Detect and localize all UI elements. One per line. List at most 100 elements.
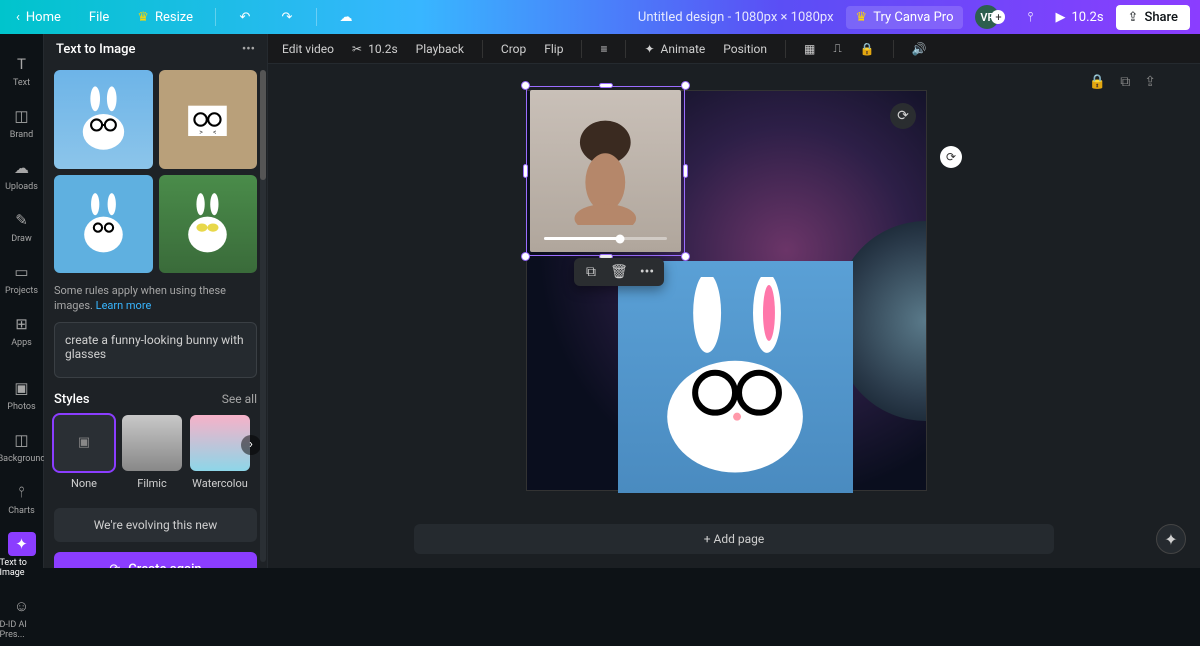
rail-uploads[interactable]: ☁Uploads — [0, 150, 44, 198]
styles-row: ▣ None Filmic Watercolou › — [54, 415, 257, 490]
learn-more-link[interactable]: Learn more — [96, 299, 152, 312]
rail-photos[interactable]: ▣Photos — [0, 370, 44, 418]
styles-next-button[interactable]: › — [241, 435, 261, 455]
home-label: Home — [26, 10, 61, 25]
pencil-icon: ✎ — [8, 208, 36, 232]
duplicate-icon: ⧉ — [586, 264, 596, 280]
try-pro-button[interactable]: ♛ Try Canva Pro — [846, 6, 964, 29]
panel-scrollbar[interactable] — [260, 70, 266, 562]
generated-image-4[interactable] — [159, 175, 258, 274]
more-options-button[interactable]: ≡ — [600, 42, 607, 56]
rail-did-ai[interactable]: ☺D-ID AI Pres... — [0, 588, 44, 646]
cloud-upload-icon: ☁ — [8, 156, 36, 180]
separator — [893, 40, 894, 58]
crown-icon: ♛ — [137, 10, 149, 25]
separator — [625, 40, 626, 58]
rail-charts[interactable]: ⫯Charts — [0, 474, 44, 522]
analytics-button[interactable]: ⫯ — [1017, 4, 1043, 30]
lock-page-button[interactable]: 🔒 — [1089, 74, 1106, 90]
design-title[interactable]: Untitled design - 1080px × 1080px — [638, 10, 834, 25]
regenerate-page-button[interactable]: ⟳ — [890, 103, 916, 129]
rail-brand[interactable]: ◫Brand — [0, 98, 44, 146]
sync-element-button[interactable]: ⟳ — [940, 146, 962, 168]
help-fab[interactable]: ✦ — [1156, 524, 1186, 554]
rail-projects[interactable]: ▭Projects — [0, 254, 44, 302]
generated-image-3[interactable] — [54, 175, 153, 274]
home-button[interactable]: ‹ Home — [10, 6, 67, 29]
canvas-bunny-image[interactable] — [618, 261, 853, 493]
grid-icon: ⊞ — [8, 312, 36, 336]
rail-text[interactable]: TText — [0, 46, 44, 94]
cloud-icon: ☁ — [339, 10, 352, 25]
crop-button[interactable]: Crop — [501, 42, 526, 56]
lock-icon: 🔒 — [860, 42, 875, 56]
rail-draw[interactable]: ✎Draw — [0, 202, 44, 250]
style-none[interactable]: ▣ None — [54, 415, 114, 490]
sparkle-icon: ✦ — [1164, 530, 1177, 549]
rail-text-to-image[interactable]: ✦Text to Image — [0, 526, 44, 584]
upload-icon: ⇪ — [1128, 10, 1139, 25]
duplicate-page-button[interactable]: ⧉ — [1120, 74, 1130, 90]
ai-image-icon: ✦ — [8, 532, 36, 556]
export-page-button[interactable]: ⇪ — [1144, 74, 1156, 90]
preview-play-button[interactable]: ▶ 10.2s — [1055, 10, 1103, 25]
menu-icon: ≡ — [600, 42, 607, 56]
position-button[interactable]: Position — [723, 42, 767, 56]
animate-button[interactable]: ✦Animate — [644, 42, 705, 56]
text-icon: T — [8, 52, 36, 76]
svg-text:>: > — [199, 128, 203, 136]
see-all-styles[interactable]: See all — [222, 392, 257, 406]
resize-handle-tl[interactable] — [521, 81, 530, 90]
rail-background[interactable]: ◫Background — [0, 422, 44, 470]
transparency-button[interactable]: ▦ — [804, 42, 815, 56]
share-button[interactable]: ⇪ Share — [1116, 5, 1190, 30]
generated-image-2[interactable]: >< — [159, 70, 258, 169]
redo-icon: ↷ — [282, 10, 293, 25]
resize-button[interactable]: ♛ Resize — [131, 6, 199, 29]
file-menu[interactable]: File — [83, 6, 115, 29]
separator — [581, 40, 582, 58]
separator — [482, 40, 483, 58]
resize-handle-left[interactable] — [523, 164, 528, 178]
duplicate-element-button[interactable]: ⧉ — [582, 264, 600, 280]
resize-handle-br[interactable] — [681, 252, 690, 261]
prompt-input[interactable]: create a funny-looking bunny with glasse… — [54, 322, 257, 378]
edit-video-button[interactable]: Edit video — [282, 42, 334, 56]
image-placeholder-icon: ▣ — [78, 435, 90, 450]
duplicate-icon: ⧉ — [1120, 74, 1130, 90]
scrollbar-thumb[interactable] — [260, 70, 266, 180]
panel-more-button[interactable]: ••• — [242, 42, 255, 57]
delete-element-button[interactable]: 🗑 — [610, 264, 628, 280]
copy-style-button[interactable]: ⎍ — [833, 41, 841, 56]
add-page-button[interactable]: + Add page — [414, 524, 1054, 554]
panel-title: Text to Image — [56, 42, 136, 57]
cloud-sync-button[interactable]: ☁ — [333, 4, 359, 30]
style-watercolour[interactable]: Watercolou — [190, 415, 250, 490]
evolving-banner[interactable]: We're evolving this new — [54, 508, 257, 542]
separator — [316, 8, 317, 26]
brand-icon: ◫ — [8, 104, 36, 128]
style-filmic[interactable]: Filmic — [122, 415, 182, 490]
undo-button[interactable]: ↶ — [232, 4, 258, 30]
scissors-icon: ✂ — [352, 42, 362, 56]
resize-handle-top[interactable] — [599, 83, 613, 88]
playback-button[interactable]: Playback — [416, 42, 464, 56]
paint-roller-icon: ⎍ — [833, 41, 841, 56]
trim-button[interactable]: ✂10.2s — [352, 42, 398, 56]
selected-photo-element[interactable] — [526, 86, 685, 256]
redo-button[interactable]: ↷ — [274, 4, 300, 30]
face-icon: ☺ — [8, 594, 36, 618]
resize-handle-bl[interactable] — [521, 252, 530, 261]
rail-apps[interactable]: ⊞Apps — [0, 306, 44, 354]
create-again-button[interactable]: ⟳ Create again — [54, 552, 257, 568]
resize-handle-tr[interactable] — [681, 81, 690, 90]
more-element-button[interactable]: ••• — [638, 264, 656, 280]
lock-button[interactable]: 🔒 — [860, 42, 875, 56]
volume-button[interactable]: 🔊 — [912, 42, 927, 56]
generated-image-1[interactable] — [54, 70, 153, 169]
canvas-viewport[interactable]: 🔒 ⧉ ⇪ ⟳ ⟳ — [268, 64, 1200, 516]
resize-handle-right[interactable] — [683, 164, 688, 178]
image-icon: ▣ — [8, 376, 36, 400]
add-member-button[interactable]: + — [991, 10, 1005, 24]
flip-button[interactable]: Flip — [544, 42, 563, 56]
